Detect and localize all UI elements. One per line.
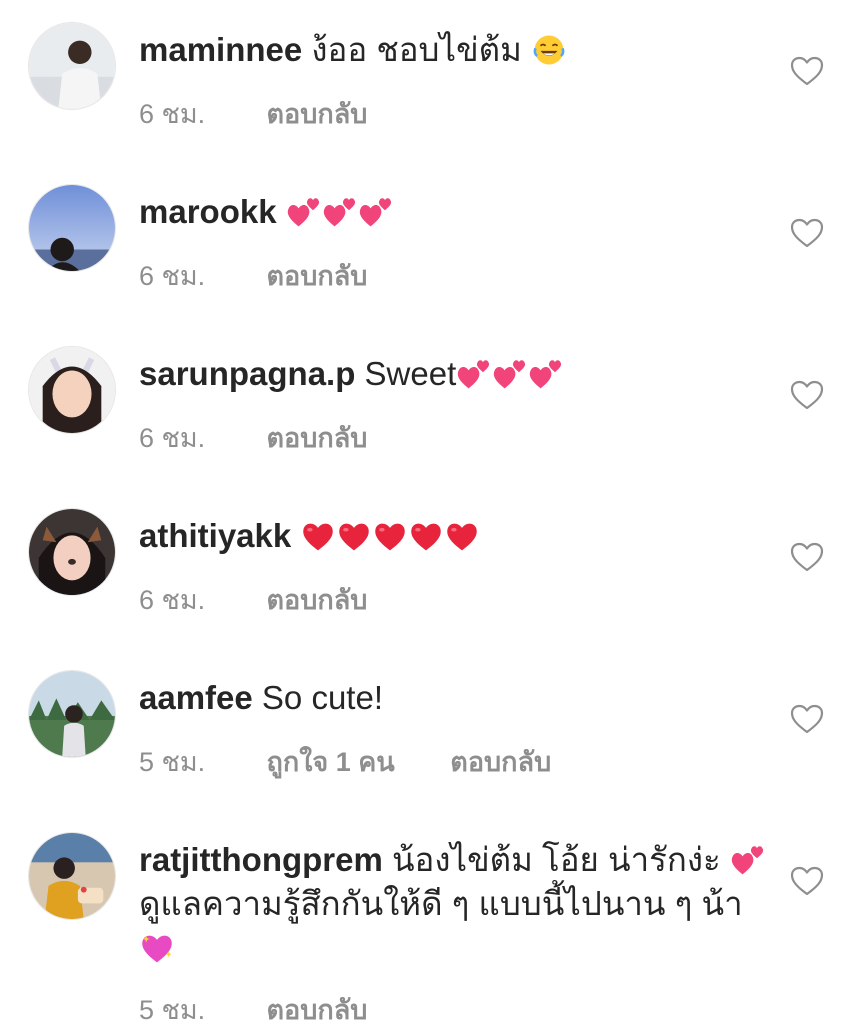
- red-heart-emoji-icon: [300, 519, 336, 553]
- reply-button[interactable]: ตอบกลับ: [267, 416, 368, 459]
- username[interactable]: aamfee: [139, 679, 253, 716]
- two-hearts-emoji-icon: [456, 357, 492, 391]
- like-heart-icon[interactable]: [790, 56, 824, 86]
- comment-meta: 6 ชม. ตอบกลับ: [139, 578, 367, 621]
- avatar[interactable]: [28, 508, 116, 596]
- username[interactable]: ratjitthongprem: [139, 841, 383, 878]
- reply-button[interactable]: ตอบกลับ: [267, 254, 368, 297]
- two-hearts-emoji-icon: [322, 195, 358, 229]
- timestamp: 5 ชม.: [139, 995, 206, 1025]
- reply-button[interactable]: ตอบกลับ: [267, 988, 368, 1031]
- username[interactable]: athitiyakk: [139, 517, 291, 554]
- red-heart-emoji-icon: [444, 519, 480, 553]
- comment-body: aamfee So cute!: [139, 676, 769, 720]
- timestamp: 5 ชม.: [139, 747, 206, 777]
- comment-text: Sweet: [364, 355, 457, 392]
- avatar[interactable]: [28, 670, 116, 758]
- avatar[interactable]: [28, 346, 116, 434]
- timestamp: 6 ชม.: [139, 99, 206, 129]
- username[interactable]: maminnee: [139, 31, 302, 68]
- comment-body: athitiyakk: [139, 514, 769, 558]
- red-heart-emoji-icon: [372, 519, 408, 553]
- reply-button[interactable]: ตอบกลับ: [267, 578, 368, 621]
- username[interactable]: marookk: [139, 193, 277, 230]
- comment-text: น้า: [701, 885, 743, 922]
- laughing-tears-emoji-icon: [531, 33, 567, 67]
- like-heart-icon[interactable]: [790, 704, 824, 734]
- username[interactable]: sarunpagna.p: [139, 355, 355, 392]
- comment-body: maminnee ง้ออ ชอบไข่ต้ม: [139, 28, 769, 72]
- red-heart-emoji-icon: [336, 519, 372, 553]
- timestamp: 6 ชม.: [139, 261, 206, 291]
- two-hearts-emoji-icon: [286, 195, 322, 229]
- timestamp: 6 ชม.: [139, 585, 206, 615]
- like-heart-icon[interactable]: [790, 218, 824, 248]
- avatar[interactable]: [28, 184, 116, 272]
- like-heart-icon[interactable]: [790, 866, 824, 896]
- timestamp: 6 ชม.: [139, 423, 206, 453]
- two-hearts-emoji-icon: [358, 195, 394, 229]
- comment-meta: 6 ชม. ตอบกลับ: [139, 254, 367, 297]
- comment-meta: 6 ชม. ตอบกลับ: [139, 92, 367, 135]
- likes-count-button[interactable]: ถูกใจ 1 คน: [267, 740, 395, 783]
- two-hearts-emoji-icon: [492, 357, 528, 391]
- avatar[interactable]: [28, 22, 116, 110]
- avatar[interactable]: [28, 832, 116, 920]
- two-hearts-emoji-icon: [730, 843, 766, 877]
- two-hearts-emoji-icon: [528, 357, 564, 391]
- comment-body: sarunpagna.p Sweet: [139, 352, 769, 396]
- comment-meta: 6 ชม. ตอบกลับ: [139, 416, 367, 459]
- sparkling-heart-emoji-icon: [139, 931, 175, 965]
- comment-text: ง้ออ ชอบไข่ต้ม: [311, 31, 522, 68]
- comment-meta: 5 ชม. ถูกใจ 1 คน ตอบกลับ: [139, 740, 551, 783]
- like-heart-icon[interactable]: [790, 380, 824, 410]
- comment-text: น้องไข่ต้ม โอ้ย น่ารักง่ะ: [392, 841, 721, 878]
- comment-text: ดูแลความรู้สึกกันให้ดี ๆ แบบนี้ไปนาน ๆ: [139, 885, 693, 922]
- comment-text: So cute!: [261, 679, 383, 716]
- reply-button[interactable]: ตอบกลับ: [450, 740, 551, 783]
- red-heart-emoji-icon: [408, 519, 444, 553]
- comment-body: marookk: [139, 190, 769, 234]
- reply-button[interactable]: ตอบกลับ: [267, 92, 368, 135]
- like-heart-icon[interactable]: [790, 542, 824, 572]
- comment-body: ratjitthongprem น้องไข่ต้ม โอ้ย น่ารักง่…: [139, 838, 769, 970]
- comment-meta: 5 ชม. ตอบกลับ: [139, 988, 367, 1031]
